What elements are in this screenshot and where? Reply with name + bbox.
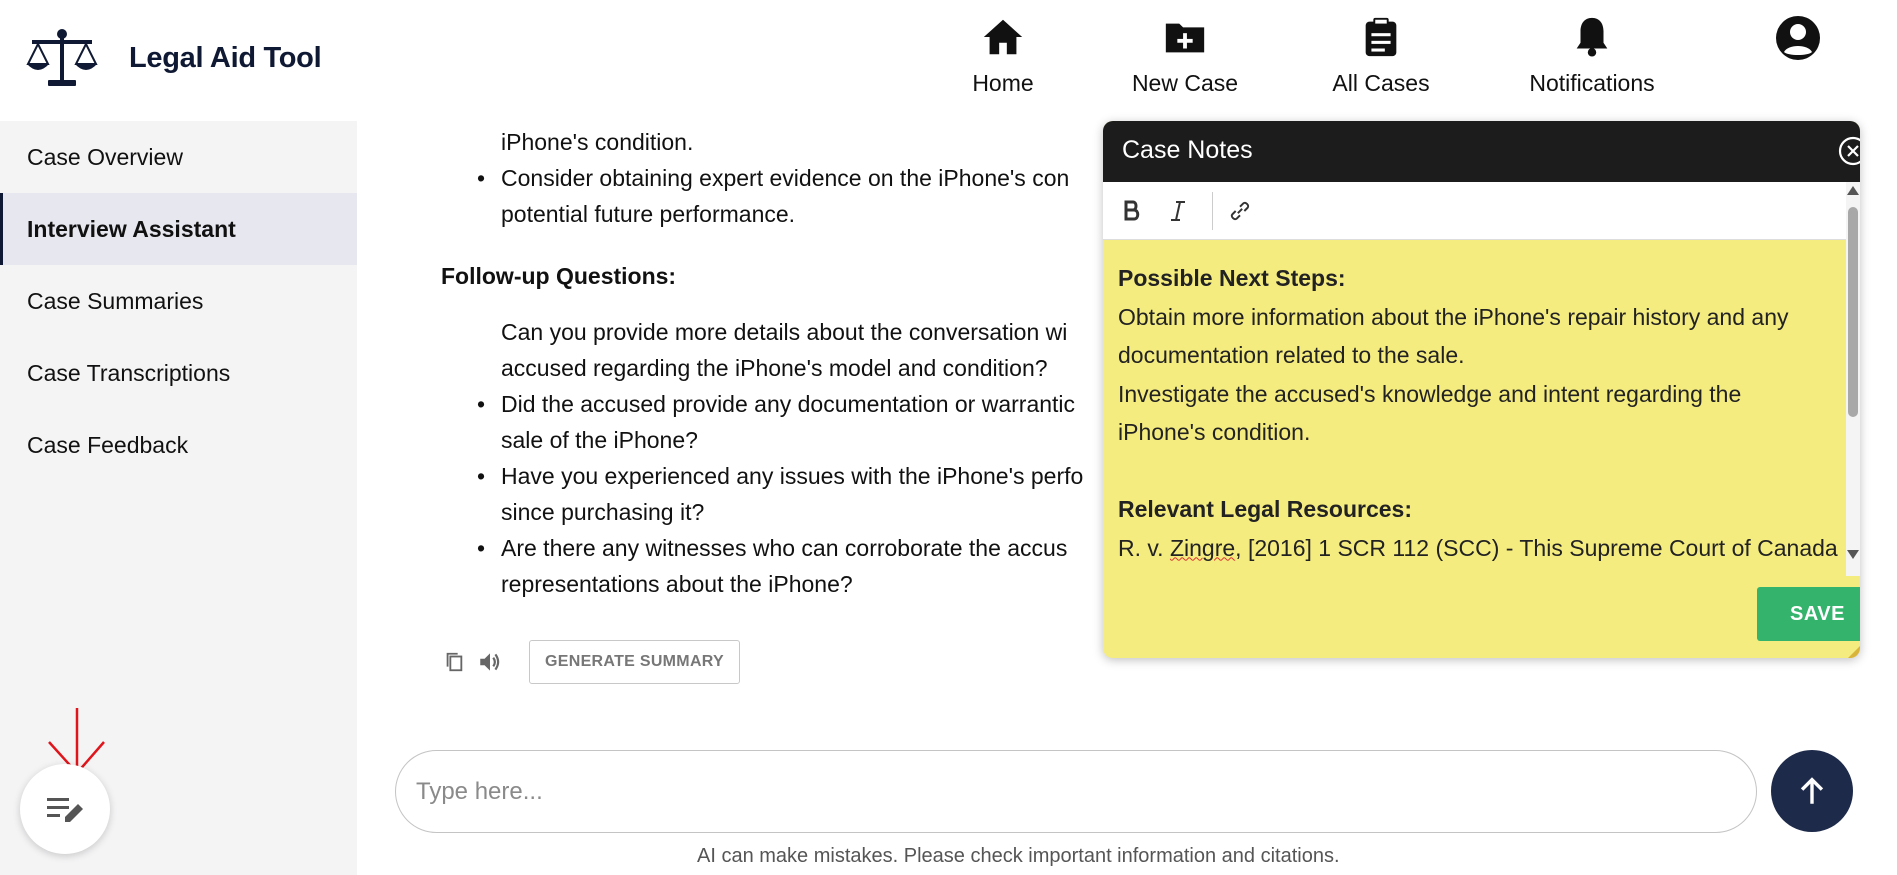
app-header: Legal Aid Tool Home New Case All Cases N… — [0, 0, 1897, 121]
sidebar-item-interview-assistant[interactable]: Interview Assistant — [0, 193, 357, 265]
followup-questions-heading: Follow-up Questions: — [441, 263, 677, 289]
scroll-thumb[interactable] — [1848, 207, 1858, 417]
case-notes-panel: Case Notes Possible Next Steps: Obtain m… — [1103, 121, 1860, 658]
scroll-down-arrow-icon[interactable] — [1847, 550, 1859, 559]
sidebar-item-case-summaries[interactable]: Case Summaries — [0, 265, 357, 337]
response-actions: GENERATE SUMMARY — [439, 640, 741, 684]
ai-disclaimer: AI can make mistakes. Please check impor… — [697, 845, 1340, 867]
generate-summary-button[interactable]: GENERATE SUMMARY — [529, 640, 741, 684]
resize-handle-icon[interactable] — [1846, 644, 1860, 658]
account-circle-icon[interactable] — [1774, 14, 1822, 62]
clipboard-icon — [1365, 17, 1397, 57]
close-icon[interactable] — [1836, 134, 1860, 168]
arrow-up-icon — [1800, 777, 1824, 804]
case-notes-editor[interactable]: Possible Next Steps: Obtain more informa… — [1103, 240, 1860, 576]
chat-input[interactable] — [395, 750, 1757, 833]
case-notes-header: Case Notes — [1103, 121, 1860, 182]
read-aloud-button[interactable] — [475, 647, 505, 677]
notes-line: iPhone's condition. — [1118, 419, 1311, 445]
notes-line: Investigate the accused's knowledge and … — [1118, 380, 1742, 407]
speaker-icon — [480, 653, 500, 671]
misspelled-word: Zingre — [1169, 534, 1236, 561]
nav-new-case[interactable]: New Case — [1128, 14, 1242, 106]
nav-home-label: Home — [972, 70, 1034, 96]
sidebar-item-case-feedback[interactable]: Case Feedback — [0, 409, 357, 481]
app-title: Legal Aid Tool — [129, 42, 322, 74]
nav-all-cases[interactable]: All Cases — [1327, 14, 1435, 106]
sidebar-item-case-transcriptions[interactable]: Case Transcriptions — [0, 337, 357, 409]
save-notes-button[interactable]: SAVE — [1757, 587, 1860, 641]
scales-of-justice-icon — [26, 29, 98, 86]
notes-line: Obtain more information about the iPhone… — [1118, 303, 1789, 330]
copy-button[interactable] — [439, 647, 469, 677]
nav-all-cases-label: All Cases — [1332, 70, 1430, 96]
link-button[interactable] — [1223, 194, 1257, 228]
bold-icon — [1124, 200, 1140, 221]
send-button[interactable] — [1771, 750, 1853, 832]
toolbar-divider — [1212, 192, 1213, 230]
notes-line: R. v. Zingre, [2016] 1 SCR 112 (SCC) - T… — [1118, 534, 1838, 561]
notes-scrollbar[interactable] — [1846, 182, 1860, 576]
notes-heading-legal-resources: Relevant Legal Resources: — [1118, 496, 1413, 522]
link-icon — [1230, 201, 1250, 221]
bold-button[interactable] — [1115, 194, 1149, 228]
notes-heading-next-steps: Possible Next Steps: — [1118, 265, 1346, 291]
notes-edit-icon — [47, 798, 83, 822]
nav-notifications[interactable]: Notifications — [1525, 14, 1659, 106]
notes-line: documentation related to the sale. — [1118, 342, 1465, 368]
nav-new-case-label: New Case — [1131, 70, 1239, 96]
folder-plus-icon — [1165, 23, 1205, 53]
bell-icon — [1576, 17, 1608, 57]
open-notes-button[interactable] — [20, 764, 110, 854]
home-icon — [983, 19, 1023, 55]
copy-icon — [446, 652, 463, 672]
scroll-up-arrow-icon[interactable] — [1847, 186, 1859, 195]
italic-button[interactable] — [1161, 194, 1195, 228]
nav-home[interactable]: Home — [960, 14, 1046, 106]
rich-text-toolbar — [1103, 182, 1860, 240]
case-notes-title: Case Notes — [1122, 136, 1253, 164]
sidebar-item-case-overview[interactable]: Case Overview — [0, 121, 357, 193]
italic-icon — [1171, 201, 1185, 221]
nav-notifications-label: Notifications — [1529, 70, 1655, 96]
